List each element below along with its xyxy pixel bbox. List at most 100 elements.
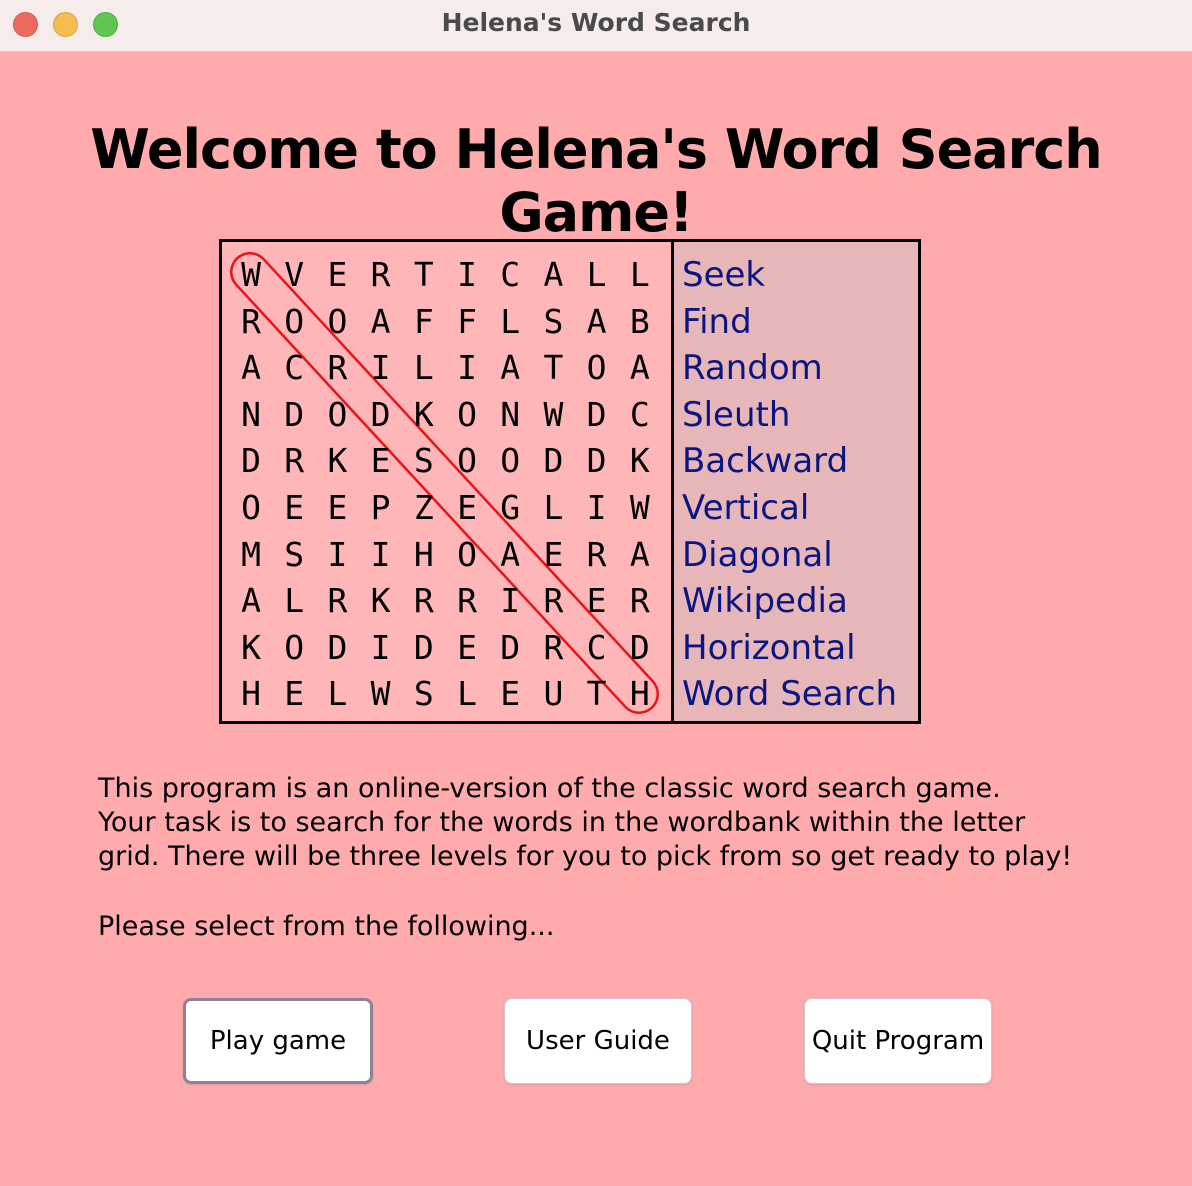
- quit-program-button[interactable]: Quit Program: [804, 998, 992, 1084]
- grid-letter: A: [629, 534, 650, 574]
- grid-letter: W: [241, 255, 261, 294]
- page-heading: Welcome to Helena's Word Search Game!: [90, 118, 1102, 244]
- grid-letter: D: [370, 394, 391, 434]
- title-bar: Helena's Word Search: [0, 0, 1192, 52]
- grid-letter: A: [500, 348, 521, 388]
- grid-letter: D: [500, 627, 521, 667]
- user-guide-button[interactable]: User Guide: [504, 998, 692, 1084]
- description-line: This program is an online-version of the…: [98, 773, 1001, 804]
- description-text: This program is an online-version of the…: [98, 772, 1098, 874]
- grid-letter: D: [327, 627, 348, 667]
- grid-letter: C: [629, 394, 650, 434]
- grid-letter: T: [543, 348, 564, 388]
- grid-letter: D: [586, 441, 607, 481]
- grid-letter: D: [543, 441, 564, 481]
- grid-letter: E: [370, 441, 391, 481]
- wordbank-word: Find: [682, 301, 752, 342]
- grid-letter: A: [543, 255, 564, 294]
- window-title: Helena's Word Search: [441, 8, 751, 37]
- play-game-button[interactable]: Play game: [183, 998, 373, 1084]
- grid-letter: F: [457, 301, 477, 341]
- grid-letter: E: [586, 581, 607, 621]
- grid-letter: A: [629, 348, 650, 388]
- grid-letter: L: [284, 581, 305, 621]
- grid-letter: E: [500, 674, 521, 714]
- grid-letter: O: [500, 441, 521, 481]
- grid-letter: E: [327, 488, 348, 527]
- grid-letter: R: [327, 348, 348, 388]
- grid-letter: K: [629, 441, 650, 481]
- grid-letter: D: [413, 627, 434, 667]
- grid-letter: T: [586, 674, 607, 714]
- grid-letter: R: [413, 581, 434, 621]
- grid-letter: O: [241, 488, 261, 527]
- grid-letter: L: [586, 255, 607, 294]
- grid-letter: R: [284, 441, 305, 481]
- grid-letter: O: [284, 301, 305, 341]
- grid-letter: N: [241, 394, 261, 434]
- grid-letter: A: [241, 348, 261, 388]
- grid-letter: S: [413, 441, 434, 481]
- grid-letter: D: [586, 394, 607, 434]
- grid-letter: I: [370, 627, 391, 667]
- grid-letter: R: [543, 581, 564, 621]
- grid-letter: K: [241, 627, 261, 667]
- grid-letter: H: [413, 534, 434, 574]
- grid-letter: W: [543, 394, 564, 434]
- grid-letter: R: [327, 581, 348, 621]
- grid-letter: C: [500, 255, 521, 294]
- grid-letter: R: [586, 534, 607, 574]
- grid-letter: R: [370, 255, 391, 294]
- grid-letter: L: [543, 488, 564, 527]
- grid-letter: I: [370, 348, 391, 388]
- grid-letter: L: [629, 255, 650, 294]
- grid-letter: A: [500, 534, 521, 574]
- grid-letter: I: [586, 488, 607, 527]
- grid-letter: D: [241, 441, 261, 481]
- grid-letter: H: [241, 674, 261, 714]
- grid-letter: I: [457, 348, 477, 388]
- wordbank-word: Sleuth: [682, 394, 791, 435]
- selection-prompt: Please select from the following...: [98, 911, 555, 942]
- grid-letter: K: [370, 581, 391, 621]
- grid-letter: O: [327, 301, 348, 341]
- grid-letter: E: [327, 255, 348, 294]
- wordbank-word: Horizontal: [682, 627, 856, 668]
- grid-letter: A: [586, 301, 607, 341]
- grid-letter: K: [413, 394, 434, 434]
- grid-letter: I: [327, 534, 348, 574]
- wordbank-word: Word Search: [682, 674, 898, 715]
- wordbank-word: Wikipedia: [682, 581, 848, 622]
- grid-letter: E: [284, 674, 305, 714]
- wordbank-word: Random: [682, 348, 823, 389]
- grid-letter: G: [500, 488, 521, 527]
- grid-letter: E: [284, 488, 305, 527]
- grid-letter: M: [241, 534, 261, 574]
- grid-letter: P: [370, 488, 391, 527]
- grid-letter: A: [241, 581, 261, 621]
- grid-letter: I: [500, 581, 521, 621]
- grid-letter: A: [370, 301, 391, 341]
- wordbank-word: Backward: [682, 441, 849, 482]
- app-window: Helena's Word Search Welcome to Helena's…: [0, 0, 1192, 1186]
- grid-letter: F: [413, 301, 434, 341]
- grid-letter: O: [284, 627, 305, 667]
- grid-letter: S: [284, 534, 305, 574]
- grid-letter: V: [284, 255, 305, 294]
- grid-letter: R: [457, 581, 477, 621]
- grid-letter: W: [629, 488, 650, 527]
- grid-letter: T: [413, 255, 434, 294]
- grid-letter: L: [457, 674, 477, 714]
- grid-letter: O: [457, 534, 477, 574]
- description-line: Your task is to search for the words in …: [98, 807, 1026, 838]
- grid-letter: R: [241, 301, 261, 341]
- grid-letter: R: [543, 627, 564, 667]
- letter-grid: HTUELSWLEHDCRDEDIDOKRERIRRKRLAAREAOHIISM…: [222, 242, 674, 721]
- grid-letter: S: [543, 301, 564, 341]
- grid-letter: E: [457, 627, 477, 667]
- grid-letter: L: [413, 348, 434, 388]
- grid-letter: R: [629, 581, 650, 621]
- wordbank-word: Seek: [682, 255, 766, 295]
- wordbank-word: Diagonal: [682, 534, 833, 575]
- grid-letter: Z: [413, 488, 434, 527]
